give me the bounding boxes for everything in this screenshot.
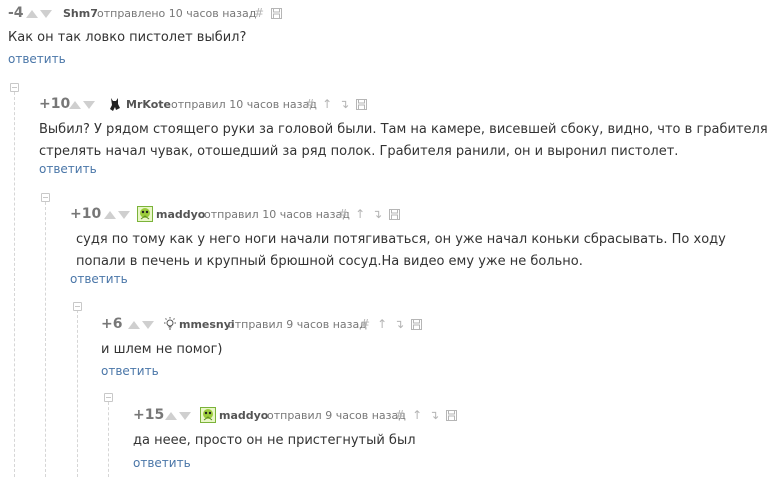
upvote-icon[interactable] [26,10,38,18]
comment-timestamp: отправил 9 часов назад [228,318,367,331]
parent-arrow-icon[interactable]: ↑ [355,207,365,221]
comment-text: да неее, просто он не пристегнутый был [133,433,416,448]
vote-controls [69,101,95,109]
comment-username[interactable]: mmesnyi [179,318,235,331]
collapse-toggle[interactable] [10,83,19,92]
comment-tools: # ↑ ↴ [305,97,368,111]
save-icon[interactable] [446,409,458,421]
comment-header: -4 Shm7 отправлено 10 часов назад # [8,5,768,25]
comment: +6 mmesnyi отправил 9 часов назад # ↑ ↴ … [101,316,761,386]
collapse-toggle[interactable] [104,393,113,402]
comment-tools: # ↑ ↴ [338,207,401,221]
thread-line [14,92,15,477]
comment-tools: # ↑ ↴ [395,408,458,422]
comment: +15 maddyo отправил 9 часов назад # ↑ ↴ … [133,407,753,475]
comment-rating: +10 [39,96,71,112]
save-icon[interactable] [356,98,368,110]
save-icon[interactable] [411,318,423,330]
comment-tools: # ↑ ↴ [360,317,423,331]
downvote-icon[interactable] [118,211,130,219]
reply-link[interactable]: ответить [133,456,191,470]
hash-link-icon[interactable]: # [360,317,370,331]
comment-username[interactable]: MrKote [126,98,171,111]
collapse-toggle[interactable] [41,193,50,202]
comment-text: Как он так ловко пистолет выбил? [8,30,247,45]
comment-rating: +10 [70,206,102,222]
comment-text: Выбил? У рядом стоящего руки за головой … [39,122,768,159]
upvote-icon[interactable] [165,412,177,420]
comment-username[interactable]: Shm7 [63,7,98,20]
comment: -4 Shm7 отправлено 10 часов назад # Как … [8,5,768,75]
downvote-icon[interactable] [40,10,52,18]
hash-link-icon[interactable]: # [338,207,348,221]
hash-link-icon[interactable]: # [254,6,264,20]
thread-line [108,402,109,477]
branch-icon[interactable]: ↴ [429,408,439,422]
comment-rating: -4 [8,5,24,21]
vote-controls [165,412,191,420]
comment-header: +6 mmesnyi отправил 9 часов назад # ↑ ↴ [101,316,761,336]
save-icon[interactable] [271,7,283,19]
reply-link[interactable]: ответить [101,364,159,378]
cat-silhouette-icon[interactable] [107,96,123,112]
downvote-icon[interactable] [142,321,154,329]
hash-link-icon[interactable]: # [395,408,405,422]
green-creature-icon[interactable] [137,206,153,222]
thread-line [45,202,46,477]
vote-controls [128,321,154,329]
upvote-icon[interactable] [104,211,116,219]
upvote-icon[interactable] [128,321,140,329]
comment-header: +15 maddyo отправил 9 часов назад # ↑ ↴ [133,407,753,427]
parent-arrow-icon[interactable]: ↑ [322,97,332,111]
save-icon[interactable] [389,208,401,220]
comment: +10 maddyo отправил 10 часов назад # ↑ ↴… [70,206,770,291]
reply-link[interactable]: ответить [39,162,97,176]
comment-timestamp: отправил 10 часов назад [204,208,350,221]
branch-icon[interactable]: ↴ [372,207,382,221]
comment-timestamp: отправлено 10 часов назад [97,7,257,20]
parent-arrow-icon[interactable]: ↑ [412,408,422,422]
reply-link[interactable]: ответить [8,52,66,66]
thread-line [77,310,78,477]
comment-timestamp: отправил 9 часов назад [267,409,406,422]
hash-link-icon[interactable]: # [305,97,315,111]
branch-icon[interactable]: ↴ [394,317,404,331]
comment-text: судя по тому как у него ноги начали потя… [76,232,726,269]
comment-text: и шлем не помог) [101,342,223,357]
upvote-icon[interactable] [69,101,81,109]
parent-arrow-icon[interactable]: ↑ [377,317,387,331]
comment-username[interactable]: maddyo [156,208,205,221]
comment-username[interactable]: maddyo [219,409,268,422]
comment: +10 MrKote отправил 10 часов назад # ↑ ↴… [39,96,774,181]
comment-rating: +15 [133,407,165,423]
collapse-toggle[interactable] [73,302,82,311]
comment-timestamp: отправил 10 часов назад [171,98,317,111]
comment-header: +10 maddyo отправил 10 часов назад # ↑ ↴ [70,206,770,226]
branch-icon[interactable]: ↴ [339,97,349,111]
vote-controls [26,10,52,18]
comment-header: +10 MrKote отправил 10 часов назад # ↑ ↴ [39,96,774,116]
reply-link[interactable]: ответить [70,272,128,286]
lightbulb-icon[interactable] [162,316,178,332]
downvote-icon[interactable] [83,101,95,109]
downvote-icon[interactable] [179,412,191,420]
green-creature-icon[interactable] [200,407,216,423]
comment-rating: +6 [101,316,123,332]
comment-tools: # [254,6,283,20]
vote-controls [104,211,130,219]
